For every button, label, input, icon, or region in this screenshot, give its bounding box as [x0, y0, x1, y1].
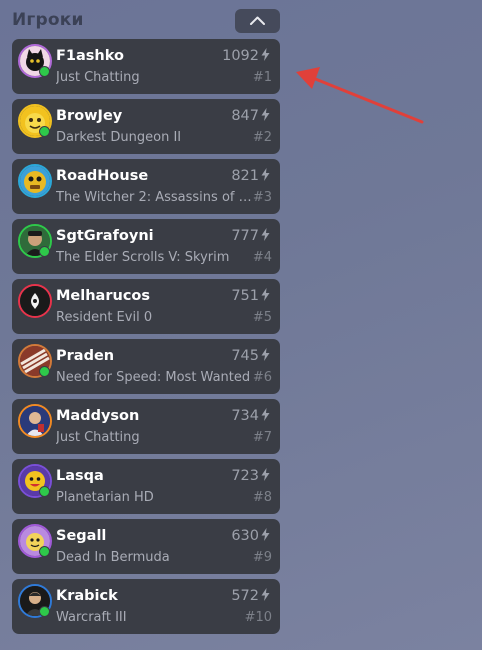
player-name: F1ashko — [56, 48, 124, 64]
online-status-dot — [39, 246, 50, 257]
player-name: Segall — [56, 528, 107, 544]
player-card[interactable]: SgtGrafoyni The Elder Scrolls V: Skyrim … — [12, 219, 280, 274]
lightning-icon — [261, 528, 270, 541]
player-name: Melharucos — [56, 288, 151, 304]
player-game: Just Chatting — [56, 70, 140, 85]
player-game: Darkest Dungeon II — [56, 130, 182, 145]
player-points: 723 — [231, 468, 270, 484]
player-points: 847 — [231, 108, 270, 124]
lightning-icon — [261, 348, 270, 361]
player-game: Resident Evil 0 — [56, 310, 153, 325]
lightning-icon — [261, 588, 270, 601]
player-points: 734 — [231, 408, 270, 424]
player-game: Need for Speed: Most Wanted — [56, 370, 251, 385]
online-status-dot — [39, 126, 50, 137]
player-points: 777 — [231, 228, 270, 244]
player-rank: #4 — [252, 250, 272, 265]
online-status-dot — [39, 366, 50, 377]
player-game: Just Chatting — [56, 430, 140, 445]
player-name: Praden — [56, 348, 115, 364]
player-game: Warcraft III — [56, 610, 127, 625]
player-name: BrowJey — [56, 108, 123, 124]
player-points: 1092 — [222, 48, 270, 64]
player-card[interactable]: Melharucos Resident Evil 0 751 #5 — [12, 279, 280, 334]
player-game: Dead In Bermuda — [56, 550, 170, 565]
online-status-dot — [39, 66, 50, 77]
lightning-icon — [261, 168, 270, 181]
player-rank: #2 — [252, 130, 272, 145]
online-status-dot — [39, 606, 50, 617]
player-name: Krabick — [56, 588, 118, 604]
player-name: Lasqa — [56, 468, 104, 484]
lightning-icon — [261, 408, 270, 421]
player-name: SgtGrafoyni — [56, 228, 154, 244]
lightning-icon — [261, 108, 270, 121]
player-points: 821 — [231, 168, 270, 184]
player-card[interactable]: RoadHouse The Witcher 2: Assassins of Ki… — [12, 159, 280, 214]
player-rank: #10 — [244, 610, 272, 625]
player-card[interactable]: Segall Dead In Bermuda 630 #9 — [12, 519, 280, 574]
player-card[interactable]: Krabick Warcraft III 572 #10 — [12, 579, 280, 634]
player-points: 745 — [231, 348, 270, 364]
collapse-button[interactable] — [235, 9, 280, 33]
annotation-arrow — [296, 67, 424, 124]
player-rank: #5 — [252, 310, 272, 325]
lightning-icon — [261, 48, 270, 61]
player-rank: #6 — [252, 370, 272, 385]
player-card[interactable]: F1ashko Just Chatting 1092 #1 — [12, 39, 280, 94]
player-name: Maddyson — [56, 408, 140, 424]
avatar — [18, 164, 52, 198]
avatar — [18, 404, 52, 438]
online-status-dot — [39, 486, 50, 497]
lightning-icon — [261, 228, 270, 241]
chevron-up-icon — [250, 16, 265, 25]
player-rank: #8 — [252, 490, 272, 505]
player-points: 630 — [231, 528, 270, 544]
lightning-icon — [261, 468, 270, 481]
player-card[interactable]: BrowJey Darkest Dungeon II 847 #2 — [12, 99, 280, 154]
player-game: Planetarian HD — [56, 490, 154, 505]
player-points: 572 — [231, 588, 270, 604]
online-status-dot — [39, 546, 50, 557]
players-panel-header: Игроки — [12, 8, 280, 34]
player-card[interactable]: Lasqa Planetarian HD 723 #8 — [12, 459, 280, 514]
player-card[interactable]: Praden Need for Speed: Most Wanted 745 #… — [12, 339, 280, 394]
player-name: RoadHouse — [56, 168, 149, 184]
panel-title: Игроки — [12, 10, 84, 30]
player-rank: #1 — [252, 70, 272, 85]
player-card[interactable]: Maddyson Just Chatting 734 #7 — [12, 399, 280, 454]
player-points: 751 — [231, 288, 270, 304]
player-rank: #7 — [252, 430, 272, 445]
lightning-icon — [261, 288, 270, 301]
player-game: The Elder Scrolls V: Skyrim — [56, 250, 230, 265]
player-rank: #3 — [252, 190, 272, 205]
avatar — [18, 284, 52, 318]
player-rank: #9 — [252, 550, 272, 565]
players-list: F1ashko Just Chatting 1092 #1 BrowJey Da… — [12, 39, 280, 639]
player-game: The Witcher 2: Assassins of Kings — [56, 190, 254, 205]
